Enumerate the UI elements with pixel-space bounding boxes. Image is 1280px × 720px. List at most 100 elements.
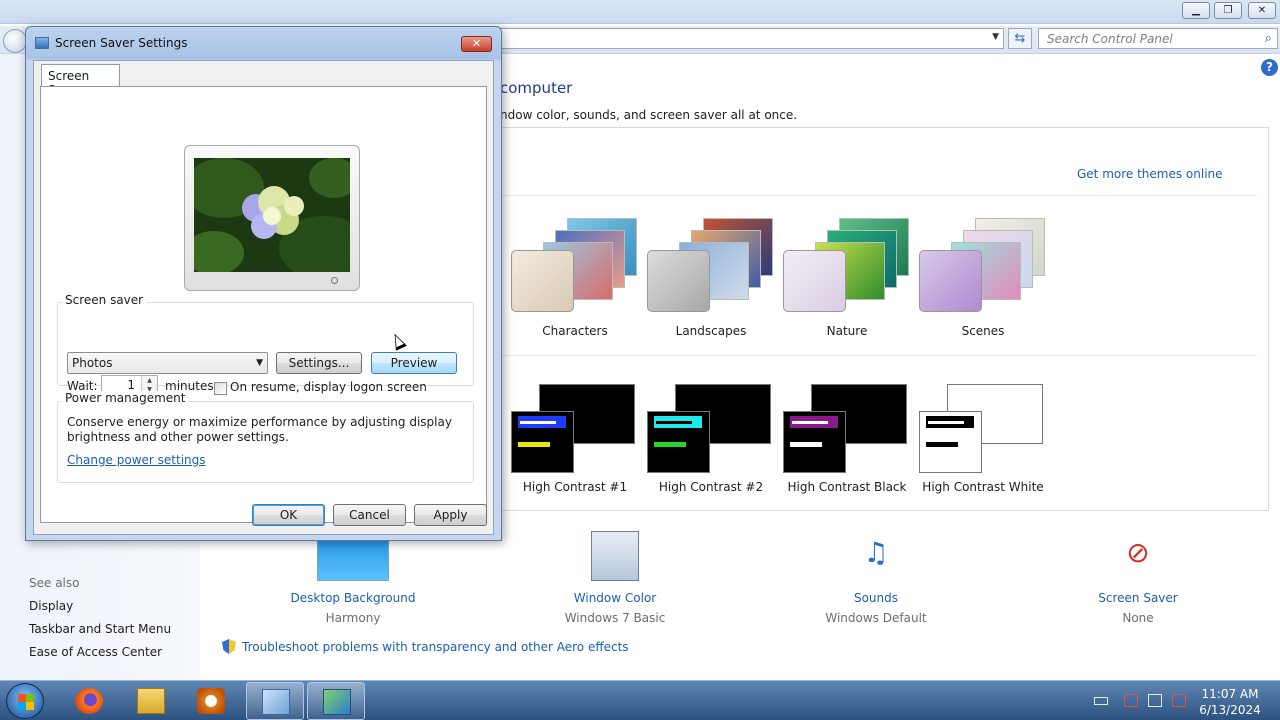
troubleshoot-link[interactable]: Troubleshoot problems with transparency …: [222, 639, 629, 654]
taskbar-control-panel[interactable]: [246, 682, 304, 720]
divider: [500, 355, 1257, 356]
action-center-icon[interactable]: [1124, 694, 1138, 707]
screen-saver-no-icon: ⊘: [1126, 536, 1150, 569]
preview-photo: [194, 158, 350, 272]
media-player-icon: [197, 688, 225, 714]
theme-high-contrast-white[interactable]: High Contrast White: [919, 384, 1059, 504]
screen-saver-value: None: [1122, 611, 1154, 625]
taskbar-media-player[interactable]: [182, 682, 240, 720]
window-color-value: Windows 7 Basic: [564, 611, 666, 625]
taskbar-screen-saver[interactable]: [307, 682, 365, 720]
theme-name: Landscapes: [675, 324, 747, 338]
apply-button[interactable]: Apply: [414, 504, 487, 526]
desktop-background-value: Harmony: [325, 611, 381, 625]
minimize-button[interactable]: ▁: [1182, 2, 1210, 19]
troubleshoot-label[interactable]: Troubleshoot problems with transparency …: [242, 640, 629, 654]
theme-high-contrast-black[interactable]: High Contrast Black: [783, 384, 923, 504]
theme-nature[interactable]: Nature: [783, 218, 919, 338]
sounds-label[interactable]: Sounds: [791, 591, 961, 605]
windows-logo-icon: [18, 694, 34, 710]
chevron-down-icon: ▼: [256, 358, 263, 368]
theme-landscapes[interactable]: Landscapes: [647, 218, 783, 338]
theme-characters[interactable]: Characters: [511, 218, 647, 338]
taskbar-explorer[interactable]: [122, 682, 180, 720]
divider: [500, 195, 1257, 196]
theme-name: Scenes: [961, 324, 1005, 338]
theme-high-contrast-2[interactable]: High Contrast #2: [647, 384, 787, 504]
screen-saver-select[interactable]: Photos ▼: [67, 352, 268, 374]
back-button[interactable]: [3, 29, 27, 53]
theme-name: High Contrast #2: [658, 480, 764, 494]
see-also-display-link[interactable]: Display: [29, 599, 73, 613]
dialog-close-button[interactable]: ✕: [461, 36, 492, 52]
power-light-icon: [331, 277, 338, 284]
shield-icon: [222, 639, 236, 654]
power-management-label: Power management: [62, 391, 189, 405]
tab-panel: Screen saver Photos ▼ Settings... Previe…: [40, 86, 487, 523]
screen-saver-item[interactable]: ⊘ Screen Saver None: [1053, 531, 1223, 625]
power-description-line-1: Conserve energy or maximize performance …: [67, 415, 452, 429]
taskbar-firefox[interactable]: [60, 682, 118, 720]
firefox-icon: [75, 688, 103, 714]
help-icon[interactable]: ?: [1261, 59, 1278, 76]
dialog-title: Screen Saver Settings: [55, 36, 188, 50]
cancel-button[interactable]: Cancel: [333, 504, 406, 526]
window-color-item[interactable]: Window Color Windows 7 Basic: [530, 531, 700, 625]
chevron-down-icon[interactable]: ▼: [992, 32, 999, 42]
see-also-taskbar-link[interactable]: Taskbar and Start Menu: [29, 622, 171, 636]
start-button[interactable]: [6, 683, 44, 719]
preview-button[interactable]: Preview: [371, 352, 457, 374]
page-title: computer: [500, 79, 573, 97]
preview-monitor: [184, 145, 360, 291]
dialog-body: Screen Saver: [33, 60, 494, 535]
theme-high-contrast-1[interactable]: High Contrast #1: [511, 384, 651, 504]
keyboard-icon[interactable]: [1094, 697, 1108, 705]
theme-scenes[interactable]: Scenes: [919, 218, 1055, 338]
see-also-title: See also: [29, 576, 80, 590]
restore-button[interactable]: ❐: [1214, 2, 1242, 19]
taskbar: 11:07 AM 6/13/2024: [0, 680, 1280, 720]
theme-name: High Contrast Black: [787, 480, 907, 494]
change-power-settings-link[interactable]: Change power settings: [67, 453, 206, 467]
theme-name: High Contrast #1: [522, 480, 628, 494]
settings-button[interactable]: Settings...: [276, 352, 362, 374]
theme-name: Characters: [542, 324, 608, 338]
power-description-line-2: brightness and other power settings.: [67, 430, 289, 444]
logon-screen-checkbox[interactable]: [214, 382, 227, 395]
screen-saver-settings-icon: [35, 37, 49, 49]
clock-date: 6/13/2024: [1199, 703, 1261, 717]
screen-saver-label[interactable]: Screen Saver: [1053, 591, 1223, 605]
sounds-value: Windows Default: [825, 611, 927, 625]
folder-icon: [137, 688, 165, 714]
search-placeholder: Search Control Panel: [1047, 32, 1173, 46]
search-input[interactable]: Search Control Panel ⌕: [1038, 28, 1278, 49]
search-icon[interactable]: ⌕: [1265, 31, 1272, 46]
wait-minutes-value: 1: [127, 378, 135, 392]
control-panel-titlebar: ▁ ❐ ✕: [0, 0, 1280, 24]
desktop-background-item[interactable]: Desktop Background Harmony: [268, 531, 438, 625]
theme-name: High Contrast White: [922, 480, 1044, 494]
sounds-item[interactable]: ♫ Sounds Windows Default: [791, 531, 961, 625]
see-also-ease-link[interactable]: Ease of Access Center: [29, 645, 162, 659]
ok-button[interactable]: OK: [252, 504, 325, 526]
control-panel-icon: [262, 689, 290, 715]
sounds-icon: ♫: [863, 536, 889, 569]
network-icon[interactable]: [1148, 694, 1162, 707]
get-more-themes-link[interactable]: Get more themes online: [1077, 167, 1223, 181]
volume-muted-icon[interactable]: [1172, 694, 1186, 707]
tab-screen-saver[interactable]: Screen Saver: [41, 64, 120, 97]
window-color-icon: [591, 531, 639, 581]
clock-time: 11:07 AM: [1201, 687, 1259, 701]
screen-saver-dialog: Screen Saver Settings ✕ Screen Saver: [25, 26, 502, 541]
display-settings-icon: [323, 689, 351, 715]
close-button[interactable]: ✕: [1248, 2, 1276, 19]
address-field[interactable]: ▼: [500, 28, 1004, 49]
desktop-background-label[interactable]: Desktop Background: [268, 591, 438, 605]
refresh-button[interactable]: ⇆: [1008, 28, 1032, 49]
theme-name: Nature: [826, 324, 868, 338]
logon-screen-label[interactable]: On resume, display logon screen: [230, 380, 427, 394]
window-color-label[interactable]: Window Color: [530, 591, 700, 605]
page-subtitle: ndow color, sounds, and screen saver all…: [500, 108, 798, 122]
clock[interactable]: 11:07 AM 6/13/2024: [1195, 686, 1265, 718]
screen-saver-group-label: Screen saver: [62, 293, 147, 307]
